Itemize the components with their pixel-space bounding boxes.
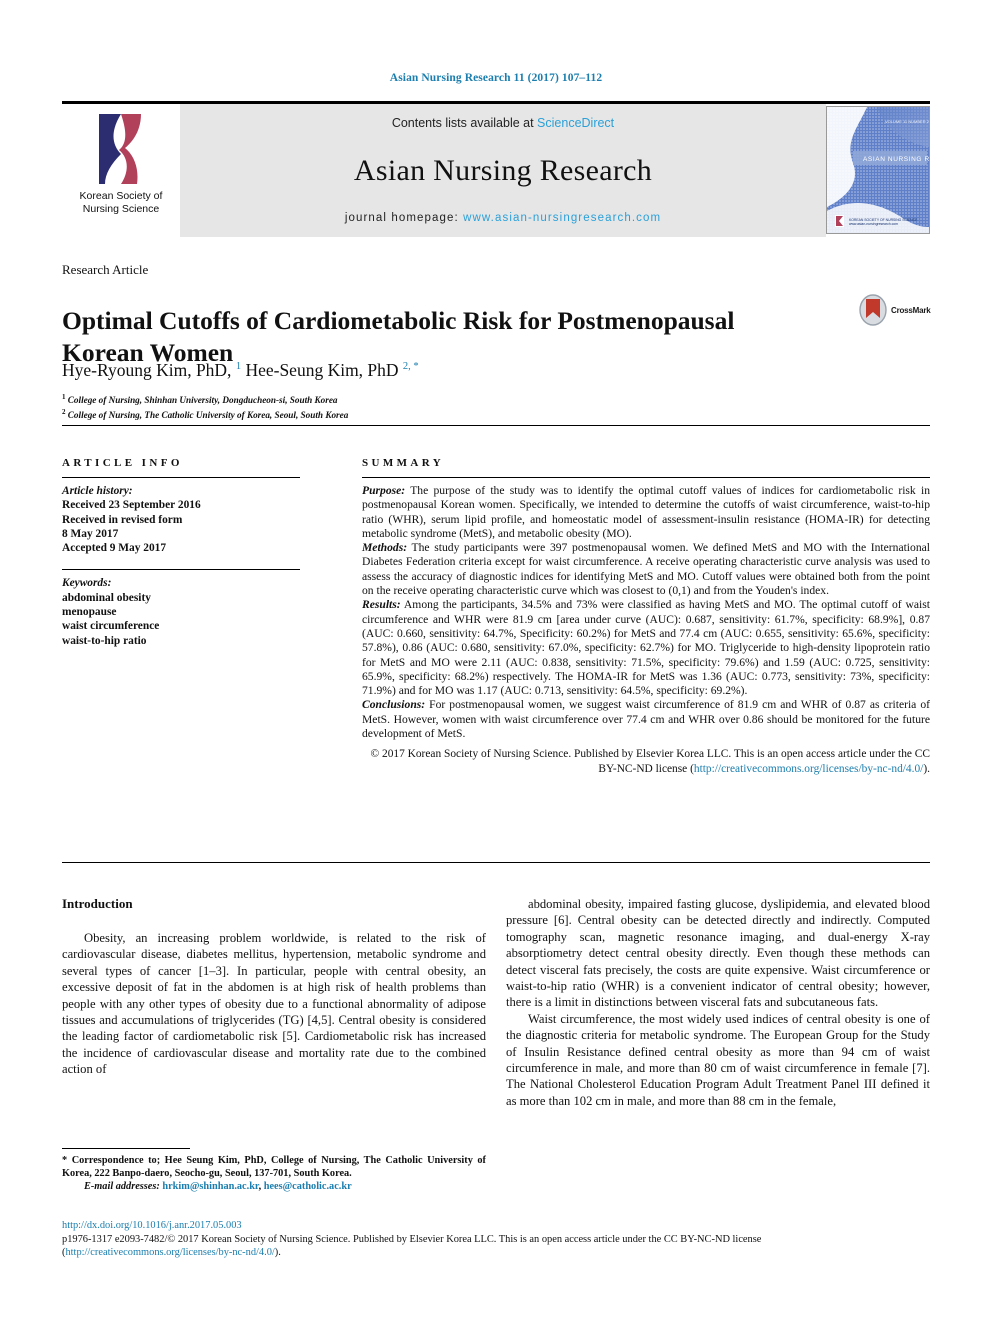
journal-title: Asian Nursing Research xyxy=(353,154,653,187)
doi-link[interactable]: http://dx.doi.org/10.1016/j.anr.2017.05.… xyxy=(62,1219,930,1232)
keywords-rule xyxy=(62,569,300,571)
article-history-line: Received in revised form xyxy=(62,513,183,526)
keyword-item: waist-to-hip ratio xyxy=(62,634,147,647)
article-history: Article history: Received 23 September 2… xyxy=(62,484,300,555)
abstract-conclusions: Conclusions: For postmenopausal women, w… xyxy=(362,698,930,741)
abstract-purpose-text: The purpose of the study was to identify… xyxy=(362,484,930,540)
abstract-methods-text: The study participants were 397 postmeno… xyxy=(362,541,930,598)
abstract-conclusions-text: For postmenopausal women, we suggest wai… xyxy=(362,698,930,741)
keyword-item: menopause xyxy=(62,606,117,619)
journal-homepage-line: journal homepage: www.asian-nursingresea… xyxy=(345,212,661,224)
email-link-2[interactable]: hees@catholic.ac.kr xyxy=(264,1181,352,1192)
svg-text:VOLUME 11 NUMBER 2: VOLUME 11 NUMBER 2 xyxy=(885,119,929,124)
keyword-item: waist circumference xyxy=(62,620,160,633)
summary-rule xyxy=(362,477,930,478)
korean-society-logo: Korean Society of Nursing Science xyxy=(62,104,180,237)
crossmark-icon xyxy=(859,294,887,326)
crossmark-badge[interactable]: CrossMark xyxy=(858,288,936,332)
article-page: Asian Nursing Research 11 (2017) 107–112… xyxy=(0,0,992,1323)
affiliation-1: 1 College of Nursing, Shinhan University… xyxy=(62,393,338,406)
article-info-column: ARTICLE INFO Article history: Received 2… xyxy=(62,457,300,648)
body-column-right: abdominal obesity, impaired fasting gluc… xyxy=(506,896,930,1109)
body-column-left: Introduction Obesity, an increasing prob… xyxy=(62,896,486,1078)
affiliation-2-text: College of Nursing, The Catholic Univers… xyxy=(67,409,349,420)
summary-column: SUMMARY Purpose: The purpose of the stud… xyxy=(362,457,930,776)
abstract-body: Purpose: The purpose of the study was to… xyxy=(362,484,930,741)
footer-cc-license-link[interactable]: http://creativecommons.org/licenses/by-n… xyxy=(65,1247,274,1258)
society-emblem-icon xyxy=(91,110,151,188)
issn-copyright-line: p1976-1317 e2093-7482/© 2017 Korean Soci… xyxy=(62,1233,930,1259)
article-info-heading: ARTICLE INFO xyxy=(62,457,183,469)
keyword-item: abdominal obesity xyxy=(62,591,151,604)
abstract-copyright-tail: ). xyxy=(923,762,930,775)
abstract-divider-bottom xyxy=(62,862,930,863)
journal-homepage-label: journal homepage: xyxy=(344,212,464,224)
crossmark-label: CrossMark xyxy=(891,305,931,315)
footnote-rule xyxy=(62,1148,190,1149)
keywords-label: Keywords: xyxy=(62,577,112,590)
abstract-purpose: Purpose: The purpose of the study was to… xyxy=(362,484,930,541)
affiliation-2: 2 College of Nursing, The Catholic Unive… xyxy=(62,407,349,420)
abstract-methods-label: Methods: xyxy=(362,541,408,555)
running-head: Asian Nursing Research 11 (2017) 107–112 xyxy=(389,72,603,84)
article-type: Research Article xyxy=(62,262,149,277)
article-history-label: Article history: xyxy=(62,485,133,497)
svg-text:ASIAN NURSING RESEARCH: ASIAN NURSING RESEARCH xyxy=(863,156,929,163)
intro-paragraph-2: abdominal obesity, impaired fasting gluc… xyxy=(506,897,930,1010)
article-history-line: Accepted 9 May 2017 xyxy=(62,542,167,555)
correspondence-text: * Correspondence to; Hee Seung Kim, PhD,… xyxy=(62,1155,486,1180)
article-history-line: Received 23 September 2016 xyxy=(62,499,201,512)
affiliations: 1 College of Nursing, Shinhan University… xyxy=(62,392,348,421)
journal-homepage-link[interactable]: www.asian-nursingresearch.com xyxy=(463,212,661,224)
abstract-results-text: Among the participants, 34.5% and 73% we… xyxy=(362,598,930,698)
svg-text:www.asian-nursingresearch.com: www.asian-nursingresearch.com xyxy=(849,222,898,226)
sciencedirect-link[interactable]: ScienceDirect xyxy=(537,116,614,130)
contents-lists-prefix: Contents lists available at xyxy=(391,116,538,130)
journal-masthead: Korean Society of Nursing Science Conten… xyxy=(62,101,930,240)
article-history-line: 8 May 2017 xyxy=(62,527,119,540)
affiliation-1-text: College of Nursing, Shinhan University, … xyxy=(67,395,338,406)
info-divider-top xyxy=(62,425,930,426)
author-list: Hye-Ryoung Kim, PhD, 1 Hee-Seung Kim, Ph… xyxy=(62,360,419,380)
intro-paragraph-1: Obesity, an increasing problem worldwide… xyxy=(62,931,486,1077)
email-line: E-mail addresses: hrkim@shinhan.ac.kr, h… xyxy=(62,1180,486,1193)
abstract-conclusions-label: Conclusions: xyxy=(362,698,426,712)
keywords-block: Keywords: abdominal obesity menopause wa… xyxy=(62,576,300,647)
journal-banner: Contents lists available at ScienceDirec… xyxy=(180,104,826,237)
issn-copyright-tail: ). xyxy=(274,1247,281,1258)
abstract-purpose-label: Purpose: xyxy=(362,484,406,497)
correspondence-footnote: * Correspondence to; Hee Seung Kim, PhD,… xyxy=(62,1154,486,1194)
contents-lists-line: Contents lists available at ScienceDirec… xyxy=(392,116,614,130)
society-name-line1: Korean Society of xyxy=(79,190,163,202)
journal-cover-thumbnail: ASIAN NURSING RESEARCH VOLUME 11 NUMBER … xyxy=(826,106,930,234)
cc-license-link[interactable]: http://creativecommons.org/licenses/by-n… xyxy=(694,763,923,775)
footer-block: http://dx.doi.org/10.1016/j.anr.2017.05.… xyxy=(62,1219,930,1259)
email-link-1[interactable]: hrkim@shinhan.ac.kr xyxy=(162,1181,258,1192)
summary-heading: SUMMARY xyxy=(362,457,445,469)
introduction-heading: Introduction xyxy=(62,896,133,911)
abstract-copyright: © 2017 Korean Society of Nursing Science… xyxy=(362,747,931,776)
email-label: E-mail addresses: xyxy=(84,1181,160,1193)
article-info-rule xyxy=(62,477,300,478)
society-name-line2: Nursing Science xyxy=(82,202,160,215)
abstract-results-label: Results: xyxy=(362,598,401,612)
intro-paragraph-3: Waist circumference, the most widely use… xyxy=(506,1011,930,1108)
abstract-methods: Methods: The study participants were 397… xyxy=(362,541,930,598)
abstract-results: Results: Among the participants, 34.5% a… xyxy=(362,598,930,698)
society-name: Korean Society of Nursing Science xyxy=(80,190,163,215)
